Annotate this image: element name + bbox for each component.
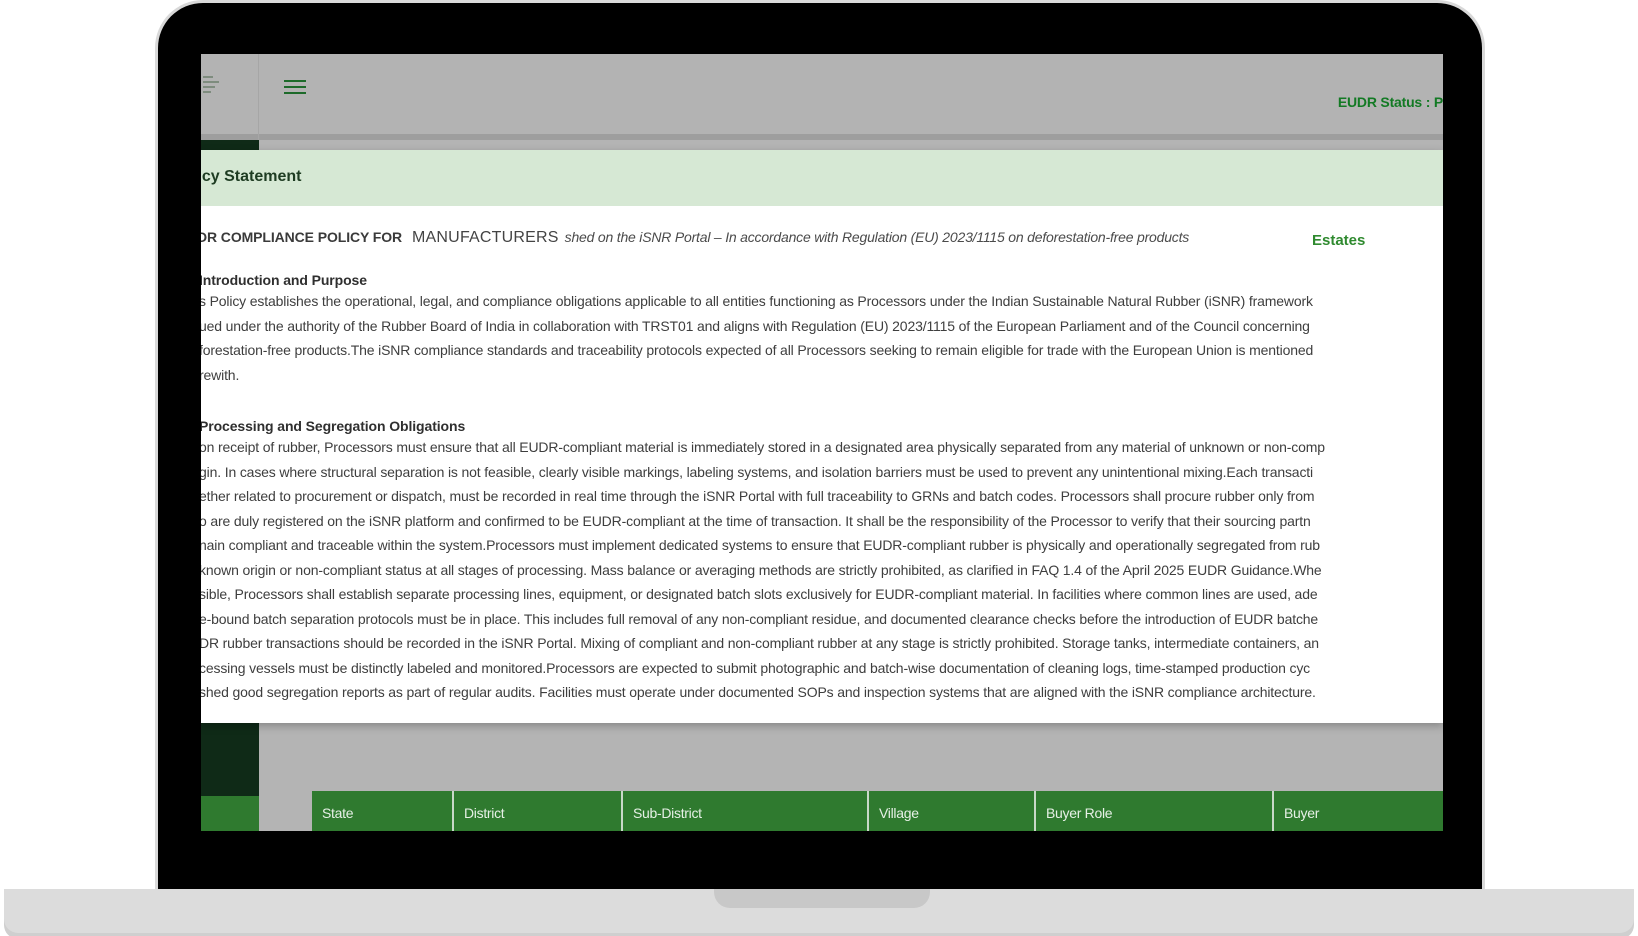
- app-screen: EUDR Status : P State District Sub-Distr…: [201, 54, 1443, 831]
- logo[interactable]: [201, 54, 259, 140]
- paragraph-line: on receipt of rubber, Processors must en…: [201, 439, 1325, 455]
- paragraph-line: rewith.: [201, 366, 240, 383]
- paragraph-line: s Policy establishes the operational, le…: [201, 293, 1313, 309]
- paragraph-line: forestation-free products.The iSNR compl…: [201, 342, 1314, 358]
- paragraph-introduction: s Policy establishes the operational, le…: [201, 289, 1313, 387]
- eudr-status-label: EUDR Status : P: [1337, 94, 1443, 110]
- hamburger-menu-icon[interactable]: [284, 80, 306, 98]
- paragraph-line: sible, Processors shall establish separa…: [201, 586, 1318, 602]
- sidebar-active-item[interactable]: [201, 796, 259, 831]
- paragraph-line: cessing vessels must be distinctly label…: [201, 659, 1311, 676]
- paragraph-line: e-bound batch separation protocols must …: [201, 610, 1319, 627]
- paragraph-line: nain compliant and traceable within the …: [201, 537, 1320, 553]
- paragraph-line: o are duly registered on the iSNR platfo…: [201, 512, 1311, 529]
- paragraph-line: DR rubber transactions should be recorde…: [201, 635, 1319, 651]
- column-header-buyer[interactable]: Buyer: [1274, 791, 1443, 831]
- section-heading-processing: Processing and Segregation Obligations: [201, 418, 466, 434]
- laptop-notch: [714, 889, 930, 908]
- column-header-district[interactable]: District: [454, 791, 623, 831]
- modal-title: licy Statement: [201, 168, 302, 185]
- policy-description: shed on the iSNR Portal – In accordance …: [564, 229, 1190, 245]
- app-header: EUDR Status : P: [201, 54, 1443, 140]
- column-header-sub-district[interactable]: Sub-District: [623, 791, 869, 831]
- policy-role-selector[interactable]: MANUFACTURERS: [412, 229, 559, 247]
- table-header: State District Sub-District Village Buye…: [312, 791, 1443, 831]
- paragraph-line: known origin or non-compliant status at …: [201, 561, 1322, 578]
- column-header-state[interactable]: State: [312, 791, 454, 831]
- policy-title-line: DR COMPLIANCE POLICY FOR MANUFACTURERS s…: [201, 229, 1189, 247]
- estates-link[interactable]: Estates: [1312, 232, 1365, 249]
- modal-header: licy Statement: [201, 150, 1443, 206]
- paragraph-line: ether related to procurement or dispatch…: [201, 488, 1315, 504]
- paragraph-line: gin. In cases where structural separatio…: [201, 463, 1313, 480]
- column-header-village[interactable]: Village: [869, 791, 1036, 831]
- column-header-buyer-role[interactable]: Buyer Role: [1036, 791, 1274, 831]
- policy-prefix: DR COMPLIANCE POLICY FOR: [201, 229, 403, 245]
- paragraph-line: shed good segregation reports as part of…: [201, 684, 1316, 700]
- policy-statement-modal: licy Statement DR COMPLIANCE POLICY FOR …: [201, 150, 1443, 723]
- paragraph-line: ued under the authority of the Rubber Bo…: [201, 317, 1310, 334]
- logo-icon: [203, 76, 225, 102]
- section-heading-introduction: Introduction and Purpose: [201, 272, 367, 288]
- paragraph-processing: on receipt of rubber, Processors must en…: [201, 435, 1325, 705]
